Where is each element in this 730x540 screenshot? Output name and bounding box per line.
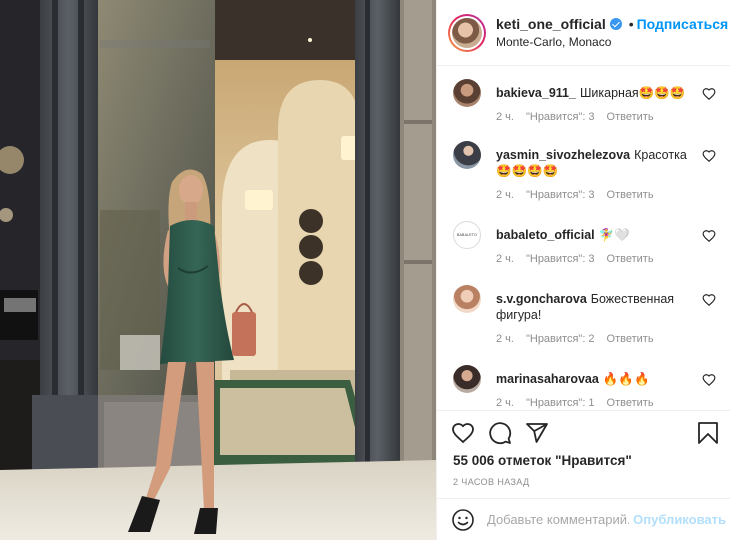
action-icons [451,421,719,447]
bookmark-icon[interactable] [697,421,719,445]
comment-likes-count[interactable]: "Нравится": 3 [526,189,595,201]
comment-avatar-logo-text: BABALETO [456,233,478,237]
comment-likes-count[interactable]: "Нравится": 3 [526,253,595,265]
comment-input[interactable] [487,512,630,527]
author-username[interactable]: keti_one_official [496,16,606,32]
header-separator: • [628,16,634,32]
comments-list[interactable]: bakieva_911_ Шикарная🤩🤩🤩 2 ч. "Нравится":… [437,67,730,409]
instagram-post: keti_one_official • Подписаться Monte-Ca… [0,0,730,540]
comment-info: 2 ч. "Нравится": 1 Ответить [496,397,688,409]
reply-button[interactable]: Ответить [607,333,654,345]
comment-item: s.v.goncharova Божественная фигура! 2 ч. … [437,285,730,345]
comment-item: BABALETO babaleto_official 🧚‍♀️🤍 2 ч. "Нр… [437,221,730,265]
comment-likes-count[interactable]: "Нравится": 2 [526,333,595,345]
like-heart-icon[interactable] [451,421,475,445]
comment-avatar[interactable] [453,365,481,393]
post-photo[interactable] [0,0,436,540]
emoji-smile-icon[interactable] [451,508,475,532]
reply-button[interactable]: Ответить [607,111,654,123]
heart-icon[interactable] [702,293,716,307]
post-location[interactable]: Monte-Carlo, Monaco [496,35,728,49]
likes-count[interactable]: 55 006 отметок "Нравится" [453,453,632,468]
publish-button[interactable]: Опубликовать [633,512,726,527]
comment-time: 2 ч. [496,111,514,123]
comment-likes-count[interactable]: "Нравится": 3 [526,111,595,123]
comment-username[interactable]: babaleto_official [496,228,595,242]
photo-scene [0,0,436,540]
comment-text: 🧚‍♀️🤍 [598,228,630,242]
comment-info: 2 ч. "Нравится": 2 Ответить [496,333,688,345]
comment-item: marinasaharovaa 🔥🔥🔥 2 ч. "Нравится": 1 От… [437,365,730,409]
comment-time: 2 ч. [496,189,514,201]
comment-time: 2 ч. [496,333,514,345]
comment-username[interactable]: marinasaharovaa [496,372,599,386]
comment-username[interactable]: s.v.goncharova [496,292,587,306]
comment-text: 🔥🔥🔥 [602,372,650,386]
follow-button[interactable]: Подписаться [637,16,729,32]
comment-time: 2 ч. [496,397,514,409]
author-meta: keti_one_official • Подписаться Monte-Ca… [496,16,728,49]
heart-icon[interactable] [702,149,716,163]
comment-username[interactable]: yasmin_sivozhelezova [496,148,630,162]
comment-username[interactable]: bakieva_911_ [496,86,576,100]
heart-icon[interactable] [702,229,716,243]
comment-info: 2 ч. "Нравится": 3 Ответить [496,189,688,201]
reply-button[interactable]: Ответить [607,397,654,409]
heart-icon[interactable] [702,87,716,101]
post-time-ago: 2 ЧАСОВ НАЗАД [453,477,530,487]
share-icon[interactable] [525,421,549,445]
verified-badge-icon [609,18,622,30]
add-comment-bar: Опубликовать [437,498,730,540]
comment-time: 2 ч. [496,253,514,265]
comment-info: 2 ч. "Нравится": 3 Ответить [496,111,688,123]
comment-avatar[interactable] [453,285,481,313]
post-header: keti_one_official • Подписаться Monte-Ca… [437,0,730,66]
reply-button[interactable]: Ответить [607,189,654,201]
comment-avatar[interactable] [453,141,481,169]
comment-icon[interactable] [488,421,512,445]
comment-likes-count[interactable]: "Нравится": 1 [526,397,595,409]
comment-avatar[interactable]: BABALETO [453,221,481,249]
heart-icon[interactable] [702,373,716,387]
post-actions: 55 006 отметок "Нравится" 2 ЧАСОВ НАЗАД [437,410,730,498]
author-avatar[interactable] [448,13,486,52]
comment-item: bakieva_911_ Шикарная🤩🤩🤩 2 ч. "Нравится":… [437,79,730,123]
comment-item: yasmin_sivozhelezova Красотка 🤩🤩🤩🤩 2 ч. "… [437,141,730,201]
comment-info: 2 ч. "Нравится": 3 Ответить [496,253,688,265]
reply-button[interactable]: Ответить [607,253,654,265]
comment-text: Шикарная🤩🤩🤩 [579,86,686,100]
comment-avatar[interactable] [453,79,481,107]
post-side-panel: keti_one_official • Подписаться Monte-Ca… [436,0,730,540]
